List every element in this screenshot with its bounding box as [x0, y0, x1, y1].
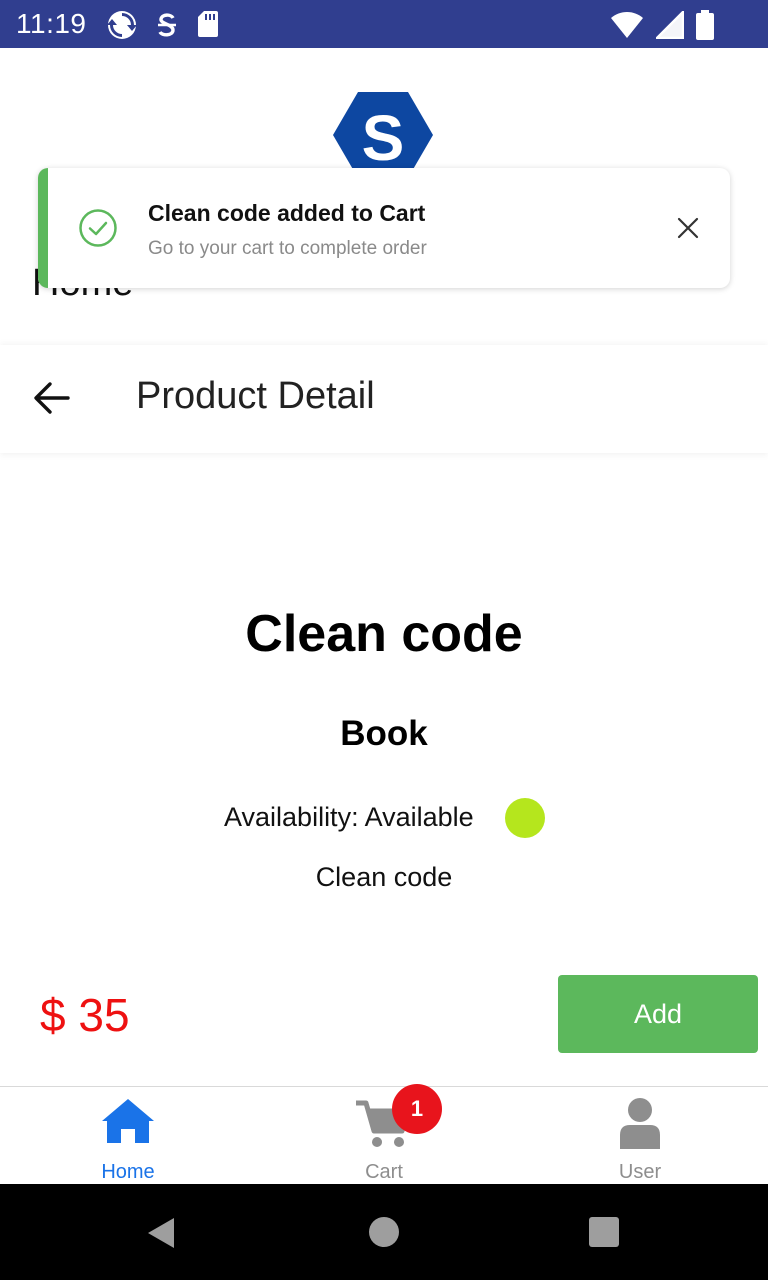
nav-recents-icon[interactable] [589, 1217, 619, 1247]
availability-label: Availability: Available [224, 802, 474, 832]
toast-message: Go to your cart to complete order [148, 238, 427, 259]
tab-cart-label: Cart [365, 1161, 403, 1183]
toast-title: Clean code added to Cart [148, 200, 426, 226]
status-time: 11:19 [16, 8, 87, 39]
sync-icon [107, 11, 137, 39]
tab-user-label: User [618, 1161, 662, 1183]
wifi-icon [611, 12, 643, 38]
tab-cart[interactable]: Cart [256, 1087, 512, 1185]
home-icon [102, 1099, 154, 1143]
sim-toolkit-icon [158, 13, 176, 37]
toast-accent-bar [38, 168, 48, 288]
battery-icon [696, 10, 714, 40]
tab-home-label: Home [101, 1161, 155, 1183]
product-price: $ 35 [40, 989, 130, 1041]
product-category: Book [340, 714, 428, 753]
tab-home[interactable]: Home [0, 1087, 256, 1185]
nav-home-icon[interactable] [369, 1217, 399, 1247]
app-logo: S [333, 92, 433, 178]
app-bar-title: Product Detail [136, 375, 375, 417]
product-name: Clean code [245, 605, 523, 663]
product-app-bar: Product Detail [0, 345, 768, 453]
user-icon [620, 1098, 660, 1149]
toast-notification: Clean code added to Cart Go to your cart… [38, 168, 730, 288]
tab-user[interactable]: User [512, 1087, 768, 1185]
status-bar: 11:19 [0, 0, 768, 48]
bottom-tab-bar: Home Cart User [0, 1086, 768, 1185]
cart-badge: 1 [392, 1084, 442, 1134]
check-circle-icon [79, 209, 117, 247]
product-description: Clean code [315, 862, 453, 892]
add-to-cart-button[interactable]: Add [558, 975, 758, 1053]
nav-back-icon[interactable] [146, 1216, 176, 1250]
signal-icon [656, 11, 684, 39]
availability-indicator [505, 798, 545, 838]
sd-card-icon [198, 11, 218, 37]
close-icon[interactable] [676, 216, 700, 240]
logo-letter: S [362, 102, 405, 174]
back-arrow-icon[interactable] [32, 380, 72, 416]
